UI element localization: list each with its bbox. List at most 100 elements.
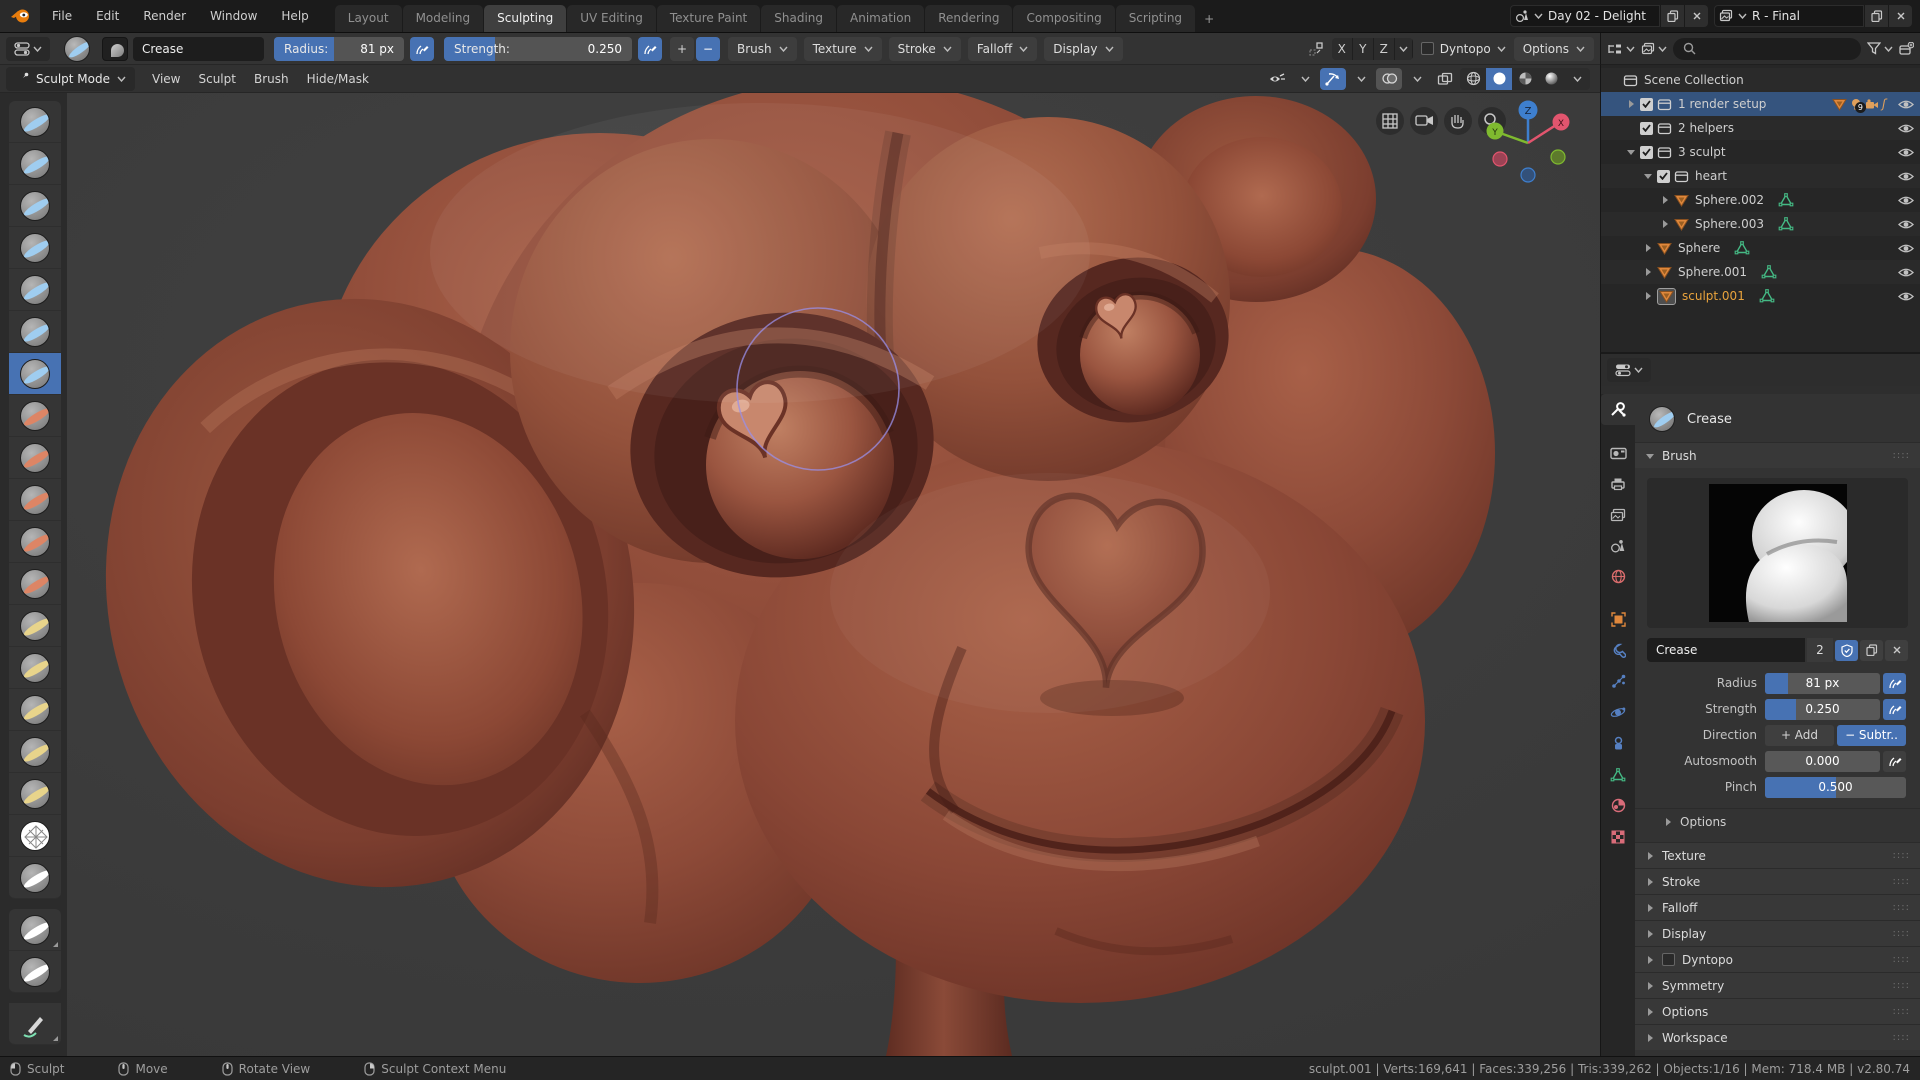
menu-window[interactable]: Window [198,0,269,32]
tab-rendering[interactable]: Rendering [925,5,1013,32]
shading-rendered-button[interactable] [1538,68,1564,90]
chevron-down-icon[interactable] [1292,68,1318,90]
properties-tab-tool[interactable] [1601,394,1635,425]
hide-in-viewport-eye-icon[interactable] [1898,99,1914,110]
display-dropdown[interactable]: Display [1044,36,1123,61]
dyntopo-checkbox[interactable] [1662,953,1675,966]
properties-tab-output[interactable] [1601,468,1635,499]
hide-in-viewport-eye-icon[interactable] [1898,267,1914,278]
scene-close-button[interactable] [1684,5,1708,27]
strength-pressure-button[interactable] [1883,698,1906,720]
radius-slider[interactable]: Radius: 81 px [274,36,404,61]
stroke-dropdown[interactable]: Stroke [888,36,961,61]
collection-checkbox[interactable] [1640,97,1653,111]
expand-arrow-icon[interactable] [1660,219,1670,229]
unlink-brush-button[interactable] [1885,639,1908,661]
camera-view-button[interactable] [1410,107,1438,135]
tool-clay[interactable] [9,143,61,185]
outliner-row-sphere-002[interactable]: Sphere.002 [1601,188,1920,212]
tab-layout[interactable]: Layout [334,5,402,32]
expand-arrow-icon[interactable] [1660,195,1670,205]
overlays-button[interactable] [1376,67,1402,90]
outliner-filter-button[interactable] [1867,42,1893,55]
mirror-x-button[interactable]: X [1331,37,1353,60]
strength-pressure-button[interactable] [638,36,662,61]
viewport-menu-sculpt[interactable]: Sculpt [189,65,244,92]
brush-preview[interactable] [1647,478,1908,628]
hide-in-viewport-eye-icon[interactable] [1898,243,1914,254]
3d-viewport[interactable]: Z Y X Sculpt Mode View Sculpt Brush Hide/Ma… [0,65,1600,1056]
tool-layer[interactable] [9,227,61,269]
hide-in-viewport-eye-icon[interactable] [1898,123,1914,134]
mode-selector[interactable]: Sculpt Mode [6,66,135,91]
tool-mask[interactable] [9,857,61,899]
brush-texture-slot[interactable] [102,36,128,61]
hide-in-viewport-eye-icon[interactable] [1898,195,1914,206]
tool-grab[interactable] [9,605,61,647]
properties-tab-render[interactable] [1601,437,1635,468]
viewport-menu-hide-mask[interactable]: Hide/Mask [298,65,378,92]
outliner-row-sphere-001[interactable]: Sphere.001 [1601,260,1920,284]
viewport-menu-view[interactable]: View [143,65,189,92]
outliner-row-heart[interactable]: heart [1601,164,1920,188]
properties-tab-world[interactable] [1601,561,1635,592]
expand-arrow-icon[interactable] [1643,291,1653,301]
properties-tab-modifiers[interactable] [1601,635,1635,666]
panel-stroke[interactable]: Stroke:::: [1635,868,1920,894]
tab-scripting[interactable]: Scripting [1115,5,1196,32]
tool-box-hide[interactable] [9,909,61,951]
hide-in-viewport-eye-icon[interactable] [1898,291,1914,302]
collection-checkbox[interactable] [1657,169,1670,183]
tool-thumb[interactable] [9,689,61,731]
expand-arrow-icon[interactable] [1626,99,1636,109]
tab-modeling[interactable]: Modeling [402,5,484,32]
tool-inflate[interactable] [9,269,61,311]
brush-users-count[interactable]: 2 [1807,638,1833,662]
menu-edit[interactable]: Edit [84,0,131,32]
direction-subtr-button[interactable]: − Subtr.. [1837,724,1906,746]
tool-box-mask[interactable] [9,951,61,993]
panel-drag-dots[interactable]: :::: [1893,902,1910,913]
tab-uv-editing[interactable]: UV Editing [567,5,656,32]
tool-annotate[interactable] [9,1003,61,1045]
view-layer-copy-button[interactable] [1864,5,1888,27]
brush-name-input[interactable]: Crease [133,36,264,61]
direction-add-button[interactable]: + Add [1765,724,1834,746]
scene-copy-button[interactable] [1660,5,1684,27]
properties-tab-view-layer[interactable] [1601,499,1635,530]
pan-hand-button[interactable] [1444,107,1472,135]
tool-scrape[interactable] [9,521,61,563]
outliner-search-input[interactable] [1673,37,1861,60]
expand-arrow-icon[interactable] [1643,267,1653,277]
panel-drag-dots[interactable]: :::: [1893,1006,1910,1017]
panel-symmetry[interactable]: Symmetry:::: [1635,972,1920,998]
expand-arrow-icon[interactable] [1626,147,1636,157]
mirror-more-button[interactable] [1394,37,1413,60]
gizmo-x-neg-axis[interactable] [1492,151,1508,167]
outliner-filter-restriction-button[interactable] [1641,42,1667,56]
xray-toggle-button[interactable] [1432,68,1458,90]
tab-compositing[interactable]: Compositing [1013,5,1115,32]
properties-tab-object-data[interactable] [1601,759,1635,790]
strength-slider[interactable]: 0.250 [1765,698,1880,720]
expand-arrow-icon[interactable] [1643,171,1653,181]
direction-subtract-button[interactable]: − [696,36,720,61]
menu-help[interactable]: Help [269,0,320,32]
blender-logo[interactable] [0,0,40,32]
menu-render[interactable]: Render [131,0,198,32]
properties-tab-texture[interactable] [1601,821,1635,852]
properties-tab-particles[interactable] [1601,666,1635,697]
gizmo-y-neg-axis[interactable] [1550,149,1566,165]
active-brush-icon[interactable] [64,35,90,62]
properties-tab-scene[interactable] [1601,530,1635,561]
shading-wireframe-button[interactable] [1460,68,1486,90]
tool-clay-strips[interactable] [9,185,61,227]
hide-in-viewport-eye-icon[interactable] [1898,147,1914,158]
brush-panel-header[interactable]: Brush :::: [1635,442,1920,468]
outliner-row-sphere[interactable]: Sphere [1601,236,1920,260]
collection-checkbox[interactable] [1640,121,1653,135]
tab-sculpting[interactable]: Sculpting [484,5,567,32]
properties-editor-type-button[interactable] [1607,358,1651,382]
tab-animation[interactable]: Animation [837,5,925,32]
tool-draw[interactable] [9,101,61,143]
